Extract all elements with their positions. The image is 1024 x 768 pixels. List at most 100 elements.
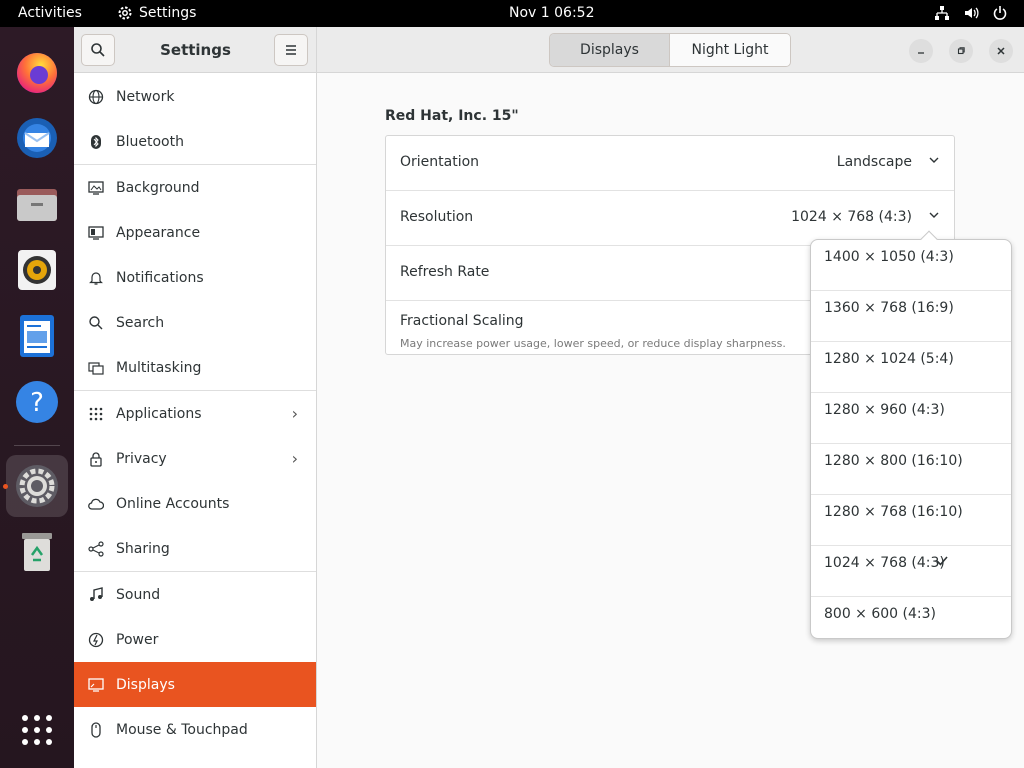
checkmark-icon bbox=[935, 554, 949, 572]
restore-icon bbox=[957, 47, 965, 55]
dock-thunderbird[interactable] bbox=[10, 111, 64, 165]
sidebar-item-sound[interactable]: Sound bbox=[74, 572, 316, 617]
sidebar-item-appearance[interactable]: Appearance bbox=[74, 210, 316, 255]
mouse-icon bbox=[88, 721, 104, 738]
resolution-option[interactable]: 1280 × 800 (16:10) bbox=[811, 444, 1011, 495]
thunderbird-icon bbox=[17, 118, 57, 158]
network-icon bbox=[88, 89, 104, 105]
dock-rhythmbox[interactable] bbox=[10, 243, 64, 297]
menu-button[interactable] bbox=[274, 34, 308, 66]
sidebar-item-bluetooth[interactable]: Bluetooth bbox=[74, 119, 316, 164]
sidebar-item-power[interactable]: Power bbox=[74, 617, 316, 662]
share-icon bbox=[88, 540, 104, 557]
minimize-button[interactable] bbox=[909, 39, 933, 63]
dock-trash[interactable] bbox=[10, 525, 64, 579]
resolution-label: Resolution bbox=[400, 209, 474, 225]
resolution-option-selected[interactable]: 1024 × 768 (4:3) bbox=[811, 546, 1011, 597]
resolution-option[interactable]: 1360 × 768 (16:9) bbox=[811, 291, 1011, 342]
content-header: Displays Night Light bbox=[317, 27, 1024, 73]
sidebar-item-label: Online Accounts bbox=[116, 495, 230, 512]
power-icon bbox=[88, 632, 104, 648]
dock-writer[interactable] bbox=[10, 309, 64, 363]
resolution-row[interactable]: Resolution 1024 × 768 (4:3) bbox=[386, 191, 954, 246]
resolution-option[interactable]: 1280 × 960 (4:3) bbox=[811, 393, 1011, 444]
refresh-rate-label: Refresh Rate bbox=[400, 264, 490, 280]
resolution-option-label: 1280 × 800 (16:10) bbox=[824, 453, 963, 469]
cloud-icon bbox=[88, 496, 104, 512]
settings-gear-icon bbox=[118, 6, 132, 20]
sidebar-item-label: Network bbox=[116, 88, 175, 105]
trash-icon bbox=[22, 533, 52, 571]
dock-help[interactable]: ? bbox=[10, 375, 64, 429]
apps-grid-icon bbox=[88, 406, 104, 422]
resolution-option[interactable]: 1400 × 1050 (4:3) bbox=[811, 240, 1011, 291]
activities-button[interactable]: Activities bbox=[18, 5, 82, 21]
sidebar-item-label: Appearance bbox=[116, 224, 201, 241]
rhythmbox-icon bbox=[18, 250, 56, 290]
resolution-option-label: 1400 × 1050 (4:3) bbox=[824, 249, 954, 265]
close-button[interactable] bbox=[989, 39, 1013, 63]
volume-icon[interactable] bbox=[963, 5, 979, 21]
hamburger-icon bbox=[286, 45, 296, 55]
sidebar-item-label: Search bbox=[116, 314, 165, 331]
dock-settings[interactable] bbox=[6, 455, 68, 517]
system-tray[interactable] bbox=[934, 5, 1008, 21]
sidebar-item-displays[interactable]: Displays bbox=[74, 662, 316, 707]
resolution-option[interactable]: 800 × 600 (4:3) bbox=[811, 597, 1011, 648]
apps-grid-icon bbox=[22, 715, 52, 745]
sidebar-item-online-accounts[interactable]: Online Accounts bbox=[74, 481, 316, 526]
orientation-label: Orientation bbox=[400, 154, 480, 170]
close-icon bbox=[997, 47, 1005, 55]
writer-icon bbox=[20, 315, 54, 357]
app-menu[interactable]: Settings bbox=[117, 5, 196, 21]
sidebar-item-mouse-touchpad[interactable]: Mouse & Touchpad bbox=[74, 707, 316, 752]
multitasking-icon bbox=[88, 360, 104, 376]
dock-files[interactable] bbox=[10, 177, 64, 231]
show-apps-button[interactable] bbox=[10, 703, 64, 757]
resolution-option-label: 1280 × 1024 (5:4) bbox=[824, 351, 954, 367]
sidebar-item-network[interactable]: Network bbox=[74, 74, 316, 119]
sidebar-item-label: Applications bbox=[116, 405, 202, 422]
fractional-scaling-label: Fractional Scaling bbox=[400, 313, 524, 329]
chevron-down-icon bbox=[928, 209, 940, 224]
sidebar-item-label: Displays bbox=[116, 676, 175, 693]
network-wired-icon[interactable] bbox=[934, 5, 950, 21]
search-icon bbox=[88, 315, 104, 331]
orientation-row[interactable]: Orientation Landscape bbox=[386, 136, 954, 191]
maximize-button[interactable] bbox=[949, 39, 973, 63]
resolution-popover: 1400 × 1050 (4:3) 1360 × 768 (16:9) 1280… bbox=[810, 230, 1012, 639]
sidebar-item-notifications[interactable]: Notifications bbox=[74, 255, 316, 300]
resolution-option[interactable]: 1280 × 1024 (5:4) bbox=[811, 342, 1011, 393]
sidebar-header: Settings bbox=[74, 27, 317, 73]
sidebar-item-multitasking[interactable]: Multitasking bbox=[74, 345, 316, 390]
background-icon bbox=[88, 180, 104, 196]
resolution-option-label: 1280 × 960 (4:3) bbox=[824, 402, 945, 418]
clock[interactable]: Nov 1 06:52 bbox=[509, 5, 594, 21]
chevron-down-icon bbox=[928, 154, 940, 169]
chevron-right-icon: › bbox=[291, 404, 298, 423]
dock: ? bbox=[0, 27, 74, 768]
sidebar-item-privacy[interactable]: Privacy › bbox=[74, 436, 316, 481]
resolution-option-label: 1360 × 768 (16:9) bbox=[824, 300, 954, 316]
sidebar-item-background[interactable]: Background bbox=[74, 165, 316, 210]
settings-icon bbox=[16, 465, 58, 507]
chevron-right-icon: › bbox=[291, 449, 298, 468]
resolution-option-label: 1024 × 768 (4:3) bbox=[824, 555, 945, 571]
sidebar-item-sharing[interactable]: Sharing bbox=[74, 526, 316, 571]
sidebar-item-search[interactable]: Search bbox=[74, 300, 316, 345]
svg-text:?: ? bbox=[30, 388, 44, 418]
sidebar-item-applications[interactable]: Applications › bbox=[74, 391, 316, 436]
view-switcher: Displays Night Light bbox=[549, 33, 791, 67]
sidebar-item-label: Mouse & Touchpad bbox=[116, 721, 248, 738]
sidebar-item-label: Notifications bbox=[116, 269, 204, 286]
power-menu-icon[interactable] bbox=[992, 5, 1008, 21]
bell-icon bbox=[88, 270, 104, 286]
tab-displays[interactable]: Displays bbox=[550, 34, 670, 66]
bluetooth-icon bbox=[88, 134, 104, 150]
fractional-scaling-description: May increase power usage, lower speed, o… bbox=[400, 337, 786, 350]
sidebar-item-label: Multitasking bbox=[116, 359, 202, 376]
top-bar: Activities Settings Nov 1 06:52 bbox=[0, 0, 1024, 27]
tab-night-light[interactable]: Night Light bbox=[670, 34, 790, 66]
resolution-option[interactable]: 1280 × 768 (16:10) bbox=[811, 495, 1011, 546]
dock-firefox[interactable] bbox=[10, 45, 64, 99]
